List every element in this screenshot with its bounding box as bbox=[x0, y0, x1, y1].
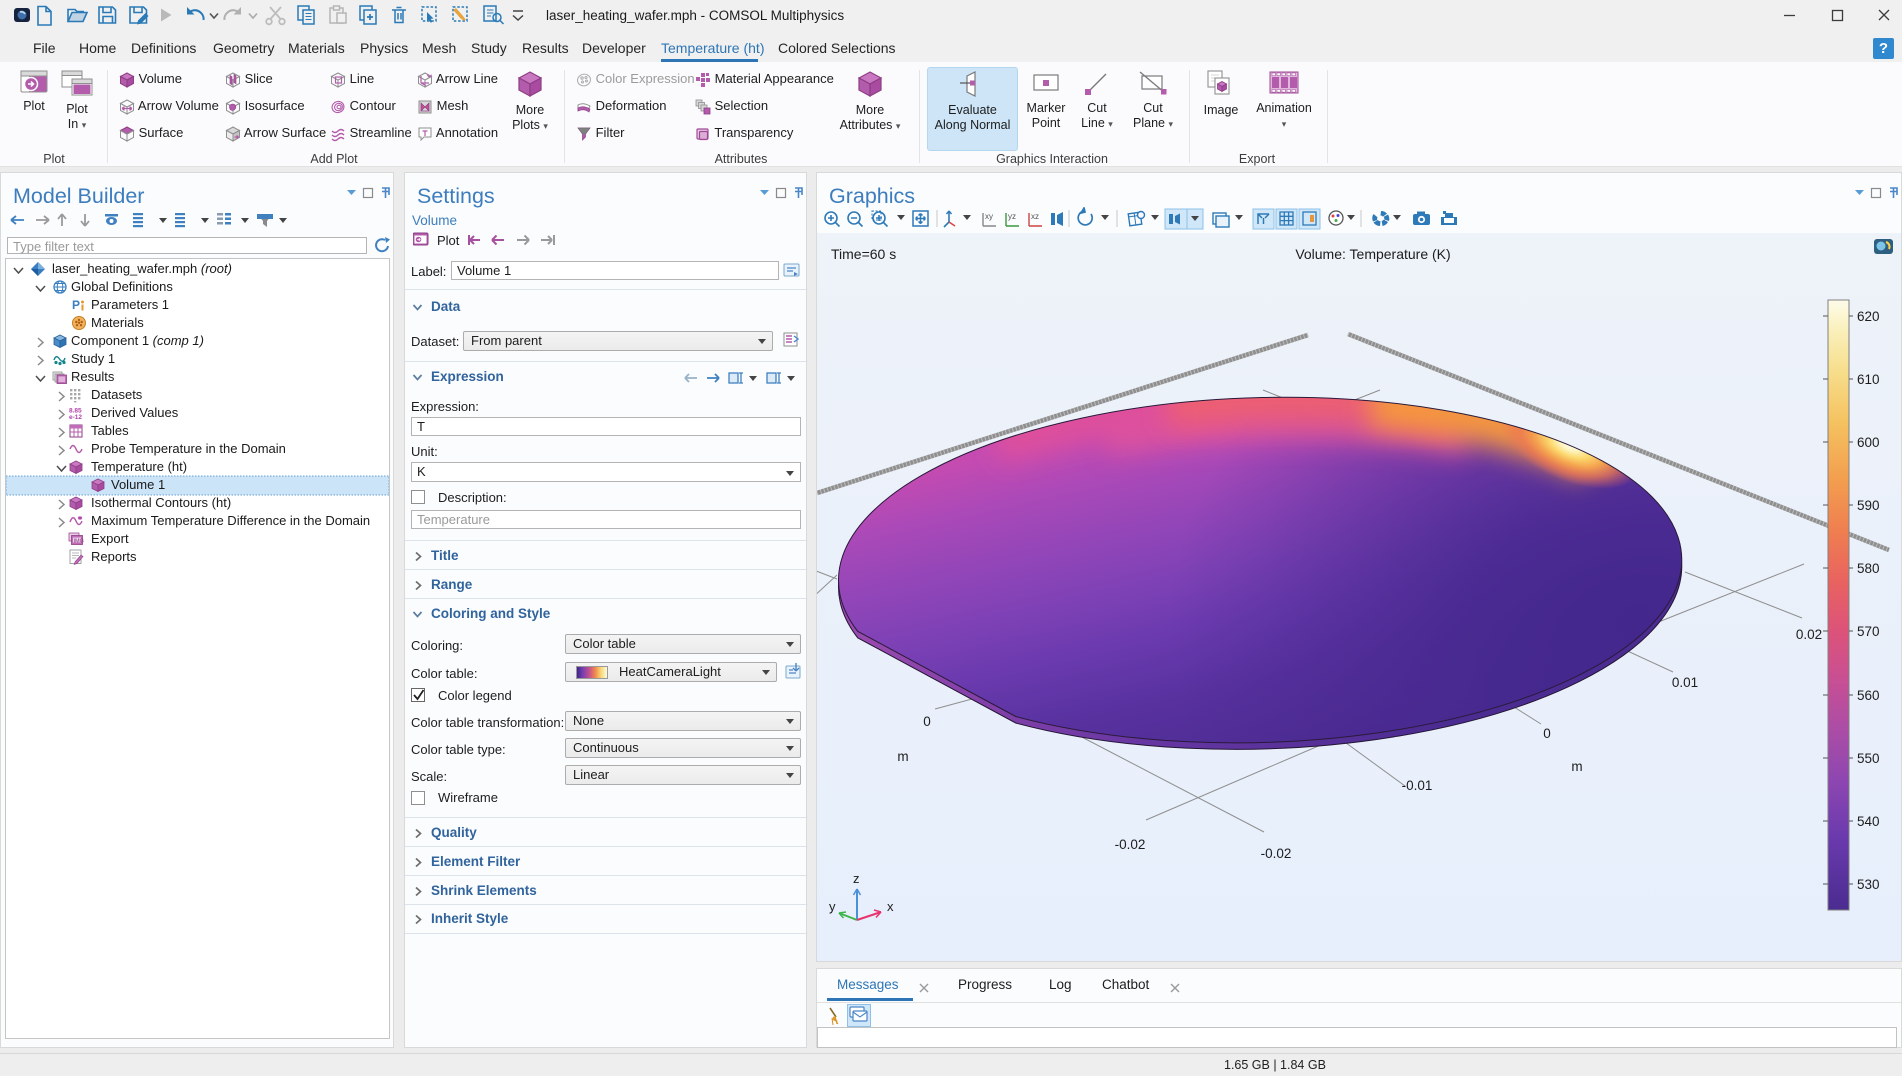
svg-text:e-12: e-12 bbox=[69, 414, 82, 421]
svg-text:540: 540 bbox=[1857, 814, 1880, 829]
svg-text:0.01: 0.01 bbox=[1672, 675, 1698, 690]
svg-text:610: 610 bbox=[1857, 372, 1880, 387]
svg-text:y: y bbox=[829, 899, 836, 914]
svg-text:xy: xy bbox=[985, 212, 993, 221]
svg-text:-0.02: -0.02 bbox=[1261, 846, 1292, 861]
svg-text:600: 600 bbox=[1857, 435, 1880, 450]
svg-text:x: x bbox=[887, 899, 894, 914]
svg-text:530: 530 bbox=[1857, 877, 1880, 892]
svg-text:0: 0 bbox=[1543, 726, 1551, 741]
svg-text:yz: yz bbox=[1008, 212, 1016, 221]
svg-text:P: P bbox=[72, 298, 80, 312]
svg-text:580: 580 bbox=[1857, 561, 1880, 576]
svg-text:0.02: 0.02 bbox=[1796, 627, 1822, 642]
svg-text:xz: xz bbox=[1031, 212, 1039, 221]
svg-text:m: m bbox=[1571, 759, 1582, 774]
svg-text:620: 620 bbox=[1857, 309, 1880, 324]
svg-text:560: 560 bbox=[1857, 688, 1880, 703]
svg-text:-0.02: -0.02 bbox=[1115, 837, 1146, 852]
svg-text:570: 570 bbox=[1857, 624, 1880, 639]
svg-text:550: 550 bbox=[1857, 751, 1880, 766]
svg-text:0: 0 bbox=[923, 714, 931, 729]
svg-text:m: m bbox=[897, 749, 908, 764]
svg-text:-0.01: -0.01 bbox=[1402, 778, 1433, 793]
svg-text:z: z bbox=[853, 871, 860, 886]
svg-text:590: 590 bbox=[1857, 498, 1880, 513]
svg-text:IMG: IMG bbox=[74, 538, 84, 544]
